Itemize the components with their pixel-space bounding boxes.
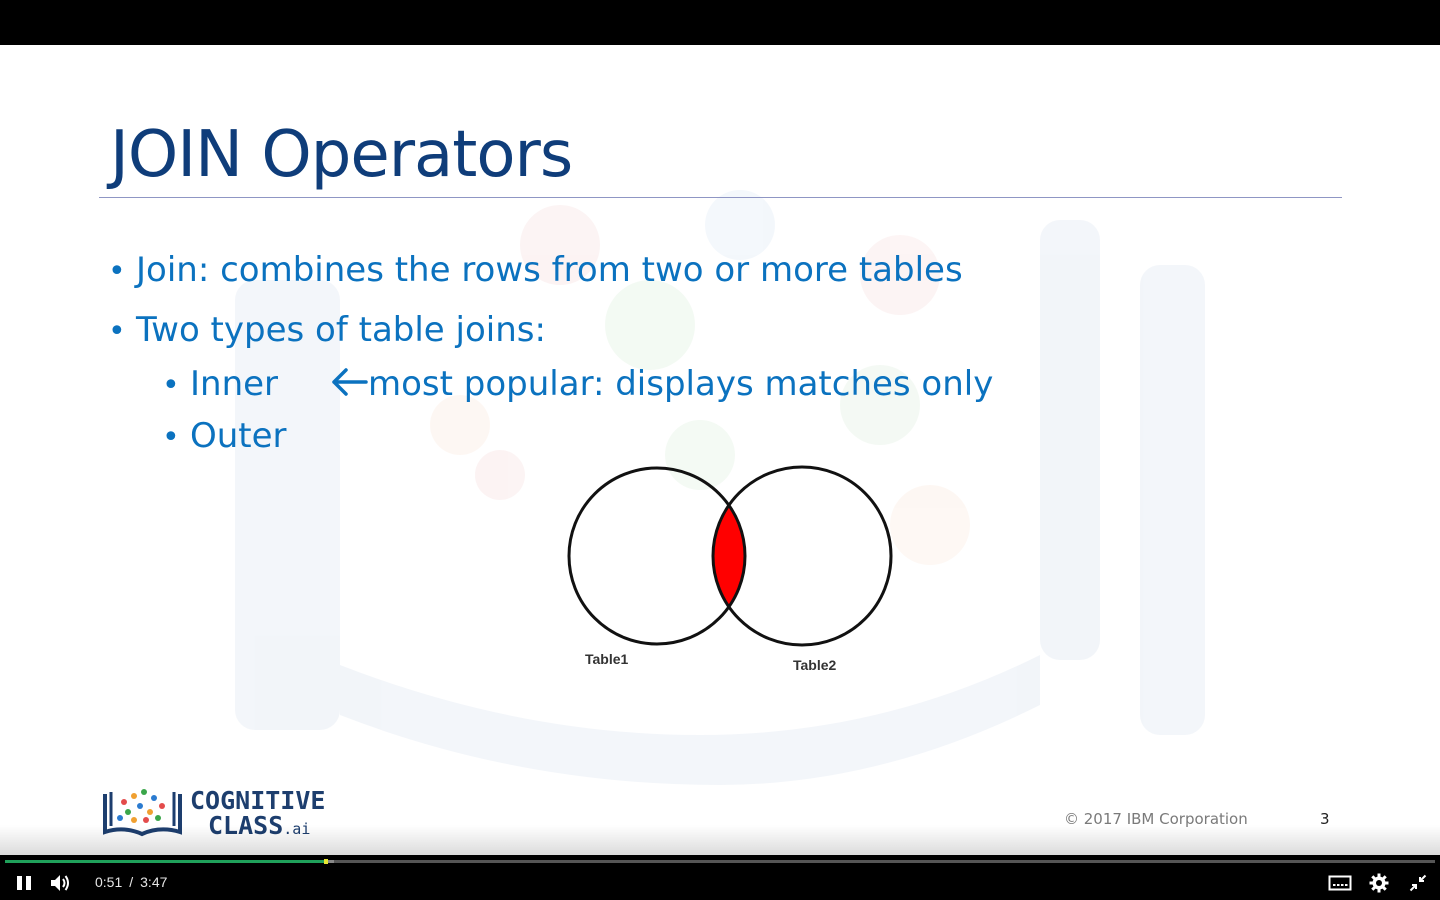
bullet-text: Join: combines the rows from two or more… xyxy=(136,250,963,290)
inner-join-note-text: most popular: displays matches only xyxy=(368,364,994,404)
video-frame-slide[interactable]: JOIN Operators • Join: combines the rows … xyxy=(0,45,1440,855)
bullet-dot: • xyxy=(162,420,180,455)
duration: 3:47 xyxy=(140,874,168,890)
bullet-dot: • xyxy=(162,368,180,403)
logo-line1: COGNITIVE xyxy=(190,786,326,815)
inner-join-note: most popular: displays matches only xyxy=(330,367,993,401)
current-time: 0:51 xyxy=(95,874,123,890)
bullet-join-definition: • Join: combines the rows from two or mor… xyxy=(108,253,963,287)
captions-icon[interactable] xyxy=(1328,874,1352,892)
top-black-bar xyxy=(0,0,1440,45)
settings-icon[interactable] xyxy=(1369,873,1389,893)
bullet-dot: • xyxy=(108,254,126,289)
slide-title: JOIN Operators xyxy=(110,118,573,192)
volume-icon[interactable] xyxy=(49,873,71,893)
exit-fullscreen-icon[interactable] xyxy=(1409,874,1427,892)
bullet-text: Two types of table joins: xyxy=(136,310,546,350)
bullet-dot: • xyxy=(108,314,126,349)
venn-diagram: Table1 Table2 xyxy=(567,465,893,673)
venn-label-table1: Table1 xyxy=(585,651,629,667)
time-display: 0:51 / 3:47 xyxy=(95,874,167,890)
pause-icon[interactable] xyxy=(15,874,33,892)
progress-bar[interactable] xyxy=(5,859,1435,864)
controls-gradient xyxy=(0,825,1440,855)
sub-bullet-text: Inner xyxy=(190,364,279,404)
bullet-join-types: • Two types of table joins: xyxy=(108,313,546,347)
venn-label-table2: Table2 xyxy=(793,657,837,673)
sub-bullet-inner: • Inner xyxy=(162,367,278,401)
time-separator: / xyxy=(129,874,134,890)
sub-bullet-outer: • Outer xyxy=(162,419,287,453)
title-underline xyxy=(99,197,1342,198)
progress-scrubber-handle[interactable] xyxy=(324,859,329,864)
left-arrow-icon xyxy=(332,368,368,396)
progress-played xyxy=(5,860,327,863)
sub-bullet-text: Outer xyxy=(190,416,287,456)
